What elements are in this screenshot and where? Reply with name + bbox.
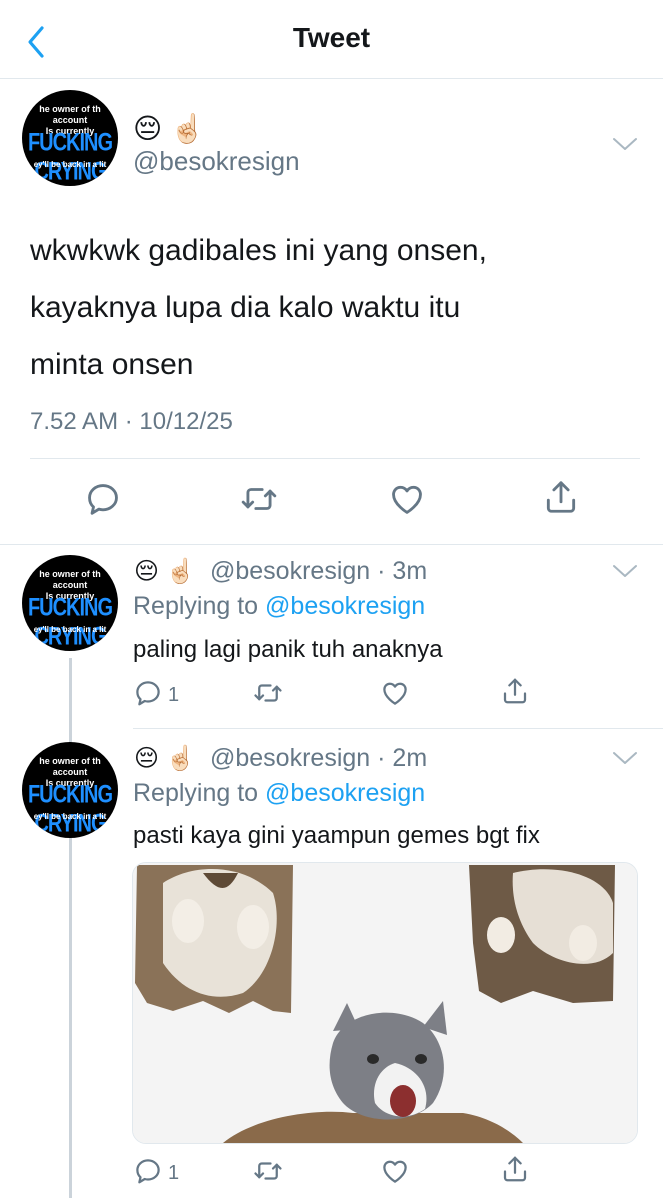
user-handle[interactable]: @besokresign (133, 146, 300, 177)
chevron-down-icon[interactable] (612, 750, 638, 766)
reply-count: 1 (168, 684, 180, 706)
avatar[interactable]: he owner of th account Is currently FUCK… (22, 742, 118, 838)
avatar-text: he owner of th (39, 756, 101, 766)
avatar-text: ey'll be back in a lit (33, 625, 107, 634)
display-name-emoji: 😔 ☝🏻 (134, 745, 196, 772)
avatar-text: account (52, 115, 88, 125)
retweet-icon[interactable] (253, 678, 283, 708)
share-icon[interactable] (500, 676, 530, 706)
reply-time: · 2m (377, 744, 428, 772)
tweet-timestamp: 7.52 AM · 10/12/25 (30, 408, 233, 435)
reply-count: 1 (168, 1162, 180, 1184)
reply-icon[interactable] (133, 678, 163, 708)
reply-meta: @besokresign · 3m (210, 557, 427, 586)
display-name-emoji: 😔 ☝🏻 (134, 558, 196, 585)
reply-meta: @besokresign · 2m (210, 744, 427, 773)
tweet-text: wkwkwk gadibales ini yang onsen, kayakny… (30, 222, 630, 393)
avatar-text: ey'll be back in a lit (33, 812, 107, 821)
avatar-text: FUCKING CRYING (27, 129, 113, 186)
chevron-down-icon[interactable] (612, 136, 638, 152)
avatar-text: FUCKING CRYING (27, 781, 113, 838)
replying-to-label: Replying to (133, 592, 259, 620)
reply-text: pasti kaya gini yaampun gemes bgt fix (133, 822, 540, 849)
avatar-text: he owner of th (39, 104, 101, 114)
retweet-icon[interactable] (253, 1156, 283, 1186)
page-title: Tweet (292, 22, 371, 53)
cat-photo-collage (133, 863, 637, 1143)
avatar[interactable]: he owner of th account Is currently FUCK… (22, 90, 118, 186)
like-icon[interactable] (388, 480, 426, 518)
reply-icon[interactable] (133, 1156, 163, 1186)
display-name-emoji: 😔 ☝🏻 (133, 113, 205, 144)
divider (30, 458, 640, 459)
share-icon[interactable] (542, 478, 580, 516)
user-handle[interactable]: @besokresign (210, 744, 370, 772)
retweet-icon[interactable] (240, 480, 278, 518)
reply-text: paling lagi panik tuh anaknya (133, 636, 443, 663)
thread-line (69, 658, 72, 1198)
share-icon[interactable] (500, 1154, 530, 1184)
replying-to-link[interactable]: @besokresign (265, 592, 425, 620)
replying-to: Replying to @besokresign (133, 592, 425, 621)
tweet-text-line: minta onsen (30, 348, 194, 381)
like-icon[interactable] (380, 678, 410, 708)
tweet-text-line: wkwkwk gadibales ini yang onsen, (30, 234, 487, 267)
media-image[interactable] (132, 862, 638, 1144)
like-icon[interactable] (380, 1156, 410, 1186)
avatar-text: account (52, 767, 88, 777)
avatar-text: ey'll be back in a lit (33, 160, 107, 169)
replying-to: Replying to @besokresign (133, 779, 425, 808)
divider (133, 728, 663, 729)
avatar-text: he owner of th (39, 569, 101, 579)
replying-to-link[interactable]: @besokresign (265, 779, 425, 807)
avatar-text: account (52, 580, 88, 590)
tweet-text-line: kayaknya lupa dia kalo waktu itu (30, 291, 461, 324)
divider (0, 78, 663, 79)
avatar-text: FUCKING CRYING (27, 594, 113, 651)
user-handle[interactable]: @besokresign (210, 557, 370, 585)
reply-icon[interactable] (84, 480, 122, 518)
avatar[interactable]: he owner of th account Is currently FUCK… (22, 555, 118, 651)
replying-to-label: Replying to (133, 779, 259, 807)
divider (0, 544, 663, 545)
chevron-down-icon[interactable] (612, 563, 638, 579)
reply-time: · 3m (377, 557, 428, 585)
